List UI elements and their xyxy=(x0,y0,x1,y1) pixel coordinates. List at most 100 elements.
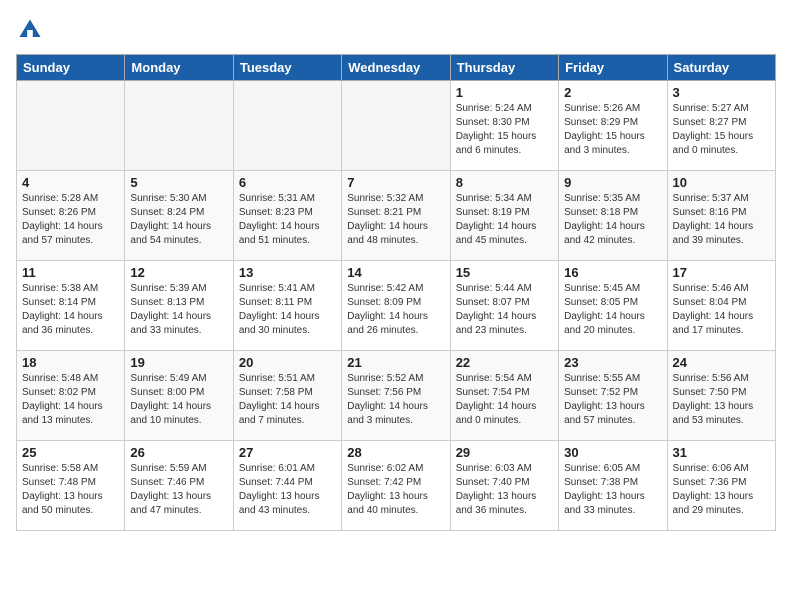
calendar-cell: 21 Sunrise: 5:52 AM Sunset: 7:56 PM Dayli… xyxy=(342,351,450,441)
day-info: Sunrise: 5:59 AM Sunset: 7:46 PM Dayligh… xyxy=(130,462,227,518)
day-number: 16 xyxy=(564,265,661,280)
day-number: 30 xyxy=(564,445,661,460)
week-row-4: 18 Sunrise: 5:48 AM Sunset: 8:02 PM Dayli… xyxy=(17,351,776,441)
calendar-cell: 16 Sunrise: 5:45 AM Sunset: 8:05 PM Dayli… xyxy=(559,261,667,351)
day-info: Sunrise: 6:05 AM Sunset: 7:38 PM Dayligh… xyxy=(564,462,661,518)
day-number: 28 xyxy=(347,445,444,460)
day-info: Sunrise: 5:55 AM Sunset: 7:52 PM Dayligh… xyxy=(564,372,661,428)
day-number: 3 xyxy=(673,85,770,100)
weekday-header-tuesday: Tuesday xyxy=(233,55,341,81)
calendar-cell: 2 Sunrise: 5:26 AM Sunset: 8:29 PM Daylig… xyxy=(559,81,667,171)
day-info: Sunrise: 5:38 AM Sunset: 8:14 PM Dayligh… xyxy=(22,282,119,338)
day-number: 1 xyxy=(456,85,553,100)
day-number: 22 xyxy=(456,355,553,370)
calendar-cell: 31Sunrise: 6:06 AM Sunset: 7:36 PM Dayli… xyxy=(667,441,775,531)
calendar-table: SundayMondayTuesdayWednesdayThursdayFrid… xyxy=(16,54,776,531)
weekday-header-friday: Friday xyxy=(559,55,667,81)
day-info: Sunrise: 5:58 AM Sunset: 7:48 PM Dayligh… xyxy=(22,462,119,518)
day-info: Sunrise: 5:39 AM Sunset: 8:13 PM Dayligh… xyxy=(130,282,227,338)
week-row-5: 25 Sunrise: 5:58 AM Sunset: 7:48 PM Dayli… xyxy=(17,441,776,531)
calendar-cell: 6Sunrise: 5:31 AM Sunset: 8:23 PM Daylig… xyxy=(233,171,341,261)
day-info: Sunrise: 5:44 AM Sunset: 8:07 PM Dayligh… xyxy=(456,282,553,338)
calendar-cell xyxy=(125,81,233,171)
calendar-cell: 19 Sunrise: 5:49 AM Sunset: 8:00 PM Dayli… xyxy=(125,351,233,441)
calendar-cell: 13 Sunrise: 5:41 AM Sunset: 8:11 PM Dayli… xyxy=(233,261,341,351)
calendar-cell: 28 Sunrise: 6:02 AM Sunset: 7:42 PM Dayli… xyxy=(342,441,450,531)
day-info: Sunrise: 5:56 AM Sunset: 7:50 PM Dayligh… xyxy=(673,372,770,428)
calendar-cell xyxy=(233,81,341,171)
calendar-cell: 23 Sunrise: 5:55 AM Sunset: 7:52 PM Dayli… xyxy=(559,351,667,441)
day-info: Sunrise: 5:41 AM Sunset: 8:11 PM Dayligh… xyxy=(239,282,336,338)
day-info: Sunrise: 5:28 AM Sunset: 8:26 PM Dayligh… xyxy=(22,192,119,248)
day-info: Sunrise: 5:51 AM Sunset: 7:58 PM Dayligh… xyxy=(239,372,336,428)
day-number: 7 xyxy=(347,175,444,190)
day-number: 18 xyxy=(22,355,119,370)
calendar-cell: 27 Sunrise: 6:01 AM Sunset: 7:44 PM Dayli… xyxy=(233,441,341,531)
day-info: Sunrise: 5:24 AM Sunset: 8:30 PM Dayligh… xyxy=(456,102,553,158)
day-info: Sunrise: 5:45 AM Sunset: 8:05 PM Dayligh… xyxy=(564,282,661,338)
day-info: Sunrise: 5:34 AM Sunset: 8:19 PM Dayligh… xyxy=(456,192,553,248)
calendar-cell: 4 Sunrise: 5:28 AM Sunset: 8:26 PM Daylig… xyxy=(17,171,125,261)
day-info: Sunrise: 5:26 AM Sunset: 8:29 PM Dayligh… xyxy=(564,102,661,158)
day-number: 31 xyxy=(673,445,770,460)
calendar-cell: 26Sunrise: 5:59 AM Sunset: 7:46 PM Dayli… xyxy=(125,441,233,531)
weekday-header-wednesday: Wednesday xyxy=(342,55,450,81)
calendar-cell: 18 Sunrise: 5:48 AM Sunset: 8:02 PM Dayli… xyxy=(17,351,125,441)
week-row-1: 1 Sunrise: 5:24 AM Sunset: 8:30 PM Daylig… xyxy=(17,81,776,171)
day-number: 29 xyxy=(456,445,553,460)
day-number: 19 xyxy=(130,355,227,370)
day-number: 23 xyxy=(564,355,661,370)
calendar-cell: 20 Sunrise: 5:51 AM Sunset: 7:58 PM Dayli… xyxy=(233,351,341,441)
day-number: 27 xyxy=(239,445,336,460)
day-number: 17 xyxy=(673,265,770,280)
day-info: Sunrise: 5:52 AM Sunset: 7:56 PM Dayligh… xyxy=(347,372,444,428)
day-number: 2 xyxy=(564,85,661,100)
logo-icon xyxy=(16,16,44,44)
calendar-cell: 8 Sunrise: 5:34 AM Sunset: 8:19 PM Daylig… xyxy=(450,171,558,261)
calendar-cell: 22 Sunrise: 5:54 AM Sunset: 7:54 PM Dayli… xyxy=(450,351,558,441)
day-info: Sunrise: 6:03 AM Sunset: 7:40 PM Dayligh… xyxy=(456,462,553,518)
day-number: 10 xyxy=(673,175,770,190)
weekday-header-monday: Monday xyxy=(125,55,233,81)
day-info: Sunrise: 5:48 AM Sunset: 8:02 PM Dayligh… xyxy=(22,372,119,428)
calendar-cell: 11 Sunrise: 5:38 AM Sunset: 8:14 PM Dayli… xyxy=(17,261,125,351)
weekday-header-sunday: Sunday xyxy=(17,55,125,81)
day-number: 9 xyxy=(564,175,661,190)
day-info: Sunrise: 6:02 AM Sunset: 7:42 PM Dayligh… xyxy=(347,462,444,518)
calendar-cell: 30 Sunrise: 6:05 AM Sunset: 7:38 PM Dayli… xyxy=(559,441,667,531)
day-number: 4 xyxy=(22,175,119,190)
calendar-cell xyxy=(342,81,450,171)
day-info: Sunrise: 5:42 AM Sunset: 8:09 PM Dayligh… xyxy=(347,282,444,338)
day-info: Sunrise: 5:46 AM Sunset: 8:04 PM Dayligh… xyxy=(673,282,770,338)
calendar-cell: 17 Sunrise: 5:46 AM Sunset: 8:04 PM Dayli… xyxy=(667,261,775,351)
day-number: 21 xyxy=(347,355,444,370)
day-info: Sunrise: 5:54 AM Sunset: 7:54 PM Dayligh… xyxy=(456,372,553,428)
calendar-cell: 15 Sunrise: 5:44 AM Sunset: 8:07 PM Dayli… xyxy=(450,261,558,351)
day-number: 14 xyxy=(347,265,444,280)
day-number: 5 xyxy=(130,175,227,190)
logo xyxy=(16,16,48,44)
day-number: 6 xyxy=(239,175,336,190)
day-info: Sunrise: 5:27 AM Sunset: 8:27 PM Dayligh… xyxy=(673,102,770,158)
calendar-cell: 3 Sunrise: 5:27 AM Sunset: 8:27 PM Daylig… xyxy=(667,81,775,171)
day-number: 12 xyxy=(130,265,227,280)
calendar-cell: 25 Sunrise: 5:58 AM Sunset: 7:48 PM Dayli… xyxy=(17,441,125,531)
week-row-2: 4 Sunrise: 5:28 AM Sunset: 8:26 PM Daylig… xyxy=(17,171,776,261)
weekday-header-saturday: Saturday xyxy=(667,55,775,81)
calendar-cell: 14 Sunrise: 5:42 AM Sunset: 8:09 PM Dayli… xyxy=(342,261,450,351)
day-info: Sunrise: 5:49 AM Sunset: 8:00 PM Dayligh… xyxy=(130,372,227,428)
calendar-cell: 10Sunrise: 5:37 AM Sunset: 8:16 PM Dayli… xyxy=(667,171,775,261)
calendar-cell: 24Sunrise: 5:56 AM Sunset: 7:50 PM Dayli… xyxy=(667,351,775,441)
day-number: 13 xyxy=(239,265,336,280)
day-number: 11 xyxy=(22,265,119,280)
day-number: 25 xyxy=(22,445,119,460)
header xyxy=(16,16,776,44)
day-info: Sunrise: 5:35 AM Sunset: 8:18 PM Dayligh… xyxy=(564,192,661,248)
day-number: 20 xyxy=(239,355,336,370)
calendar-cell: 1 Sunrise: 5:24 AM Sunset: 8:30 PM Daylig… xyxy=(450,81,558,171)
day-info: Sunrise: 5:32 AM Sunset: 8:21 PM Dayligh… xyxy=(347,192,444,248)
day-number: 15 xyxy=(456,265,553,280)
day-number: 8 xyxy=(456,175,553,190)
calendar-cell: 29 Sunrise: 6:03 AM Sunset: 7:40 PM Dayli… xyxy=(450,441,558,531)
day-info: Sunrise: 6:01 AM Sunset: 7:44 PM Dayligh… xyxy=(239,462,336,518)
